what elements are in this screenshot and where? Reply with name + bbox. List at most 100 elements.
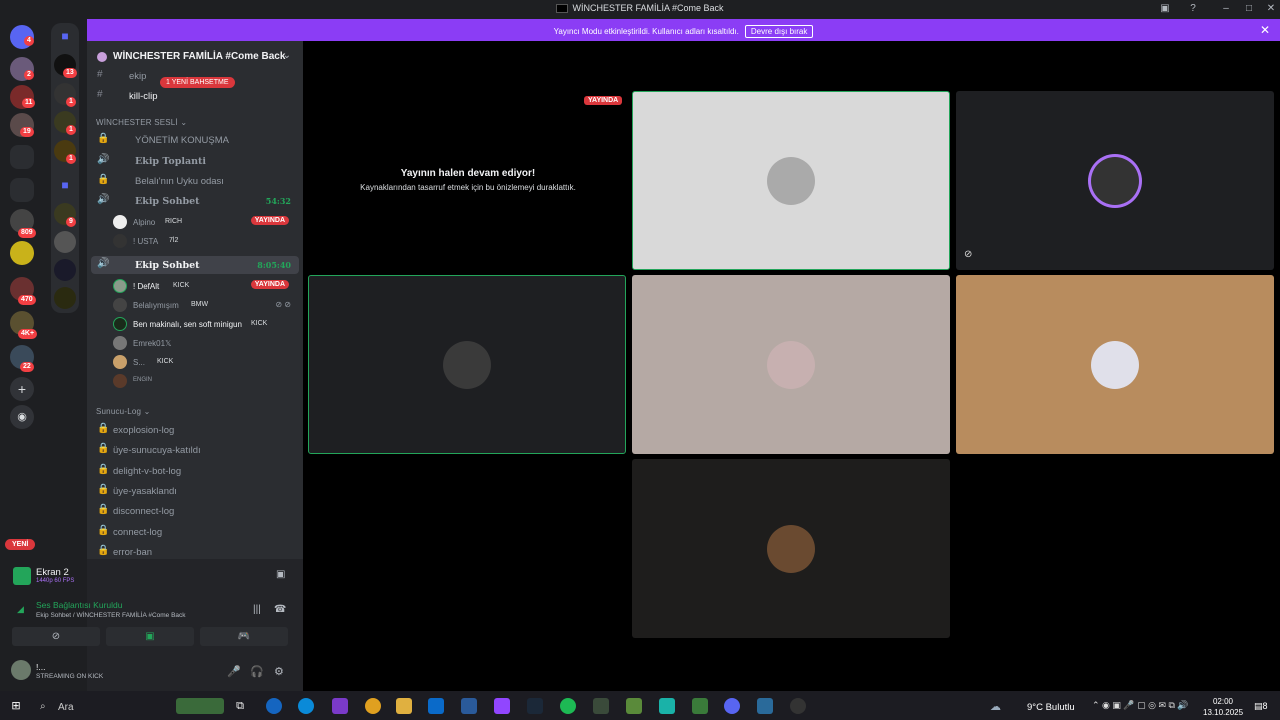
lock-icon: 🔒 bbox=[97, 174, 110, 185]
avatar bbox=[113, 298, 127, 312]
log-channel[interactable]: 🔒 exoplosion-log bbox=[91, 421, 299, 439]
file-explorer-icon[interactable] bbox=[396, 698, 412, 714]
voice-user[interactable]: Belalıymışım BMW ⊘ ⊘ bbox=[113, 296, 295, 314]
log-channel[interactable]: 🔒 connect-log bbox=[91, 523, 299, 541]
help-icon[interactable]: ? bbox=[1187, 3, 1199, 15]
log-channel[interactable]: 🔒 disconnect-log bbox=[91, 502, 299, 520]
folder-icon[interactable] bbox=[10, 145, 34, 169]
stream-paused-title: Yayının halen devam ediyor! bbox=[400, 168, 536, 179]
log-channel[interactable]: 🔒 üye-sunucuya-katıldı bbox=[91, 441, 299, 459]
server-icon[interactable] bbox=[54, 287, 76, 309]
voice-user[interactable]: ! USTA 7l2 bbox=[113, 232, 295, 250]
muted-icon: ⊘ ⊘ bbox=[275, 300, 291, 309]
new-mention-pill[interactable]: 1 YENİ BAHSETME bbox=[160, 77, 235, 88]
voice-timer: 54:32 bbox=[265, 196, 291, 206]
camera-off-button[interactable]: ⊘ bbox=[12, 627, 100, 646]
banner-close-icon[interactable]: ✕ bbox=[1260, 23, 1270, 37]
headphones-icon[interactable]: 🎧 bbox=[250, 665, 264, 678]
avatar bbox=[767, 524, 815, 573]
screen-share-button[interactable]: ▣ bbox=[106, 627, 194, 646]
windows-start-icon[interactable]: ⊞ bbox=[8, 698, 24, 714]
category-voice[interactable]: WİNCHESTER SESLİ ⌄ bbox=[96, 118, 187, 127]
app-icon[interactable] bbox=[659, 698, 675, 714]
new-unreads-pill[interactable]: YENİ bbox=[5, 539, 36, 550]
taskbar-search[interactable]: Ara bbox=[58, 702, 74, 713]
server-header[interactable]: WİNCHESTER FAMİLİA #Come Back ⌄ bbox=[87, 41, 303, 69]
log-channel[interactable]: 🔒 üye-yasaklandı bbox=[91, 482, 299, 500]
maximize-icon[interactable]: □ bbox=[1243, 3, 1255, 15]
app-icon[interactable] bbox=[266, 698, 282, 714]
chrome-icon[interactable] bbox=[365, 698, 381, 714]
voice-user[interactable]: Ben makinalı, sen soft minigun KICK bbox=[113, 315, 295, 333]
participant-tile[interactable] bbox=[632, 275, 950, 454]
voice-user[interactable]: S... KICK bbox=[113, 353, 295, 371]
notification-icon[interactable]: ▤8 bbox=[1254, 701, 1268, 712]
close-icon[interactable]: ✕ bbox=[1265, 3, 1277, 15]
server-icon[interactable] bbox=[10, 241, 34, 265]
outlook-icon[interactable] bbox=[428, 698, 444, 714]
folder-icon[interactable]: ■ bbox=[54, 174, 76, 196]
voice-channel-ekip-toplanti[interactable]: 🔊 Ekip Toplanti bbox=[91, 152, 299, 170]
text-channel-kill-clip[interactable]: # kill-clip bbox=[91, 87, 299, 105]
log-channel[interactable]: 🔒 delight-v-bot-log bbox=[91, 462, 299, 480]
voice-channel-ekip-sohbet-1[interactable]: 🔊 Ekip Sohbet 54:32 bbox=[91, 192, 299, 210]
speaker-icon: 🔊 bbox=[97, 194, 110, 205]
participant-tile[interactable]: ⊘ bbox=[956, 91, 1274, 270]
edge-icon[interactable] bbox=[298, 698, 314, 714]
connection-status[interactable]: Ses Bağlantısı Kuruldu bbox=[36, 600, 122, 610]
stop-stream-icon[interactable]: ▣ bbox=[276, 569, 285, 580]
voice-user[interactable]: ENGIN bbox=[113, 372, 295, 390]
server-icon[interactable] bbox=[54, 259, 76, 281]
twitch-icon[interactable] bbox=[494, 698, 510, 714]
microphone-icon[interactable]: 🎤 bbox=[227, 665, 241, 678]
app-icon[interactable] bbox=[692, 698, 708, 714]
voice-channel-yonetim[interactable]: 🔒 YÖNETİM KONUŞMA bbox=[91, 131, 299, 149]
app-icon[interactable] bbox=[757, 698, 773, 714]
noise-suppression-icon[interactable]: ||| bbox=[253, 604, 261, 615]
folder-icon[interactable]: ■ bbox=[54, 25, 76, 47]
activity-button[interactable]: 🎮 bbox=[200, 627, 288, 646]
lock-icon: 🔒 bbox=[97, 133, 110, 144]
widget-image-icon[interactable] bbox=[176, 698, 224, 714]
server-badge: 4K+ bbox=[18, 329, 38, 339]
participant-tile[interactable] bbox=[632, 459, 950, 638]
voice-user[interactable]: ! DefAlt KICK YAYINDA bbox=[113, 277, 295, 295]
voice-channel-uyku[interactable]: 🔒 Belalı'nın Uyku odası bbox=[91, 172, 299, 190]
spotify-icon[interactable] bbox=[560, 698, 576, 714]
app-icon[interactable] bbox=[593, 698, 609, 714]
participant-tile[interactable] bbox=[308, 275, 626, 454]
participant-tile[interactable] bbox=[632, 91, 950, 270]
inbox-icon[interactable]: ▣ bbox=[1159, 3, 1171, 15]
store-icon[interactable] bbox=[461, 698, 477, 714]
voice-user[interactable]: Emrek01𝕏 bbox=[113, 334, 295, 352]
folder-icon[interactable] bbox=[10, 178, 34, 202]
server-icon bbox=[97, 52, 107, 62]
disconnect-icon[interactable]: ☎ bbox=[274, 604, 286, 615]
clock[interactable]: 02:00 13.10.2025 bbox=[1203, 696, 1243, 718]
category-log[interactable]: Sunucu-Log ⌄ bbox=[96, 407, 150, 416]
weather-text[interactable]: 9°C Bulutlu bbox=[1027, 702, 1075, 713]
server-list: 4 2 11 19 809 470 4K+ 22 + ◉ bbox=[0, 19, 44, 691]
app-icon[interactable] bbox=[332, 698, 348, 714]
steam-icon[interactable] bbox=[527, 698, 543, 714]
app-logo-icon bbox=[556, 4, 569, 14]
discover-icon[interactable]: ◉ bbox=[10, 405, 34, 429]
streamer-mode-banner: Yayıncı Modu etkinleştirildi. Kullanıcı … bbox=[87, 19, 1280, 41]
voice-channel-ekip-sohbet-2[interactable]: 🔊 Ekip Sohbet 8:05:40 bbox=[91, 256, 299, 274]
minimize-icon[interactable]: – bbox=[1220, 3, 1232, 15]
settings-gear-icon[interactable]: ⚙ bbox=[274, 665, 284, 678]
voice-user[interactable]: Alpino RICH YAYINDA bbox=[113, 213, 295, 231]
avatar bbox=[113, 355, 127, 369]
task-view-icon[interactable]: ⧉ bbox=[232, 698, 248, 714]
tray-icons[interactable]: ⌃ ◉ ▣ 🎤 ▢ ◎ ✉ ⧉ 🔊 bbox=[1092, 700, 1189, 711]
participant-tile[interactable] bbox=[956, 275, 1274, 454]
avatar bbox=[1091, 156, 1139, 205]
discord-icon[interactable] bbox=[724, 698, 740, 714]
server-badge: 22 bbox=[20, 362, 34, 372]
add-server-icon[interactable]: + bbox=[10, 377, 34, 401]
minecraft-icon[interactable] bbox=[626, 698, 642, 714]
avatar bbox=[113, 234, 127, 248]
app-icon[interactable] bbox=[790, 698, 806, 714]
disable-streamer-mode-button[interactable]: Devre dışı bırak bbox=[744, 25, 814, 38]
server-icon[interactable] bbox=[54, 231, 76, 253]
